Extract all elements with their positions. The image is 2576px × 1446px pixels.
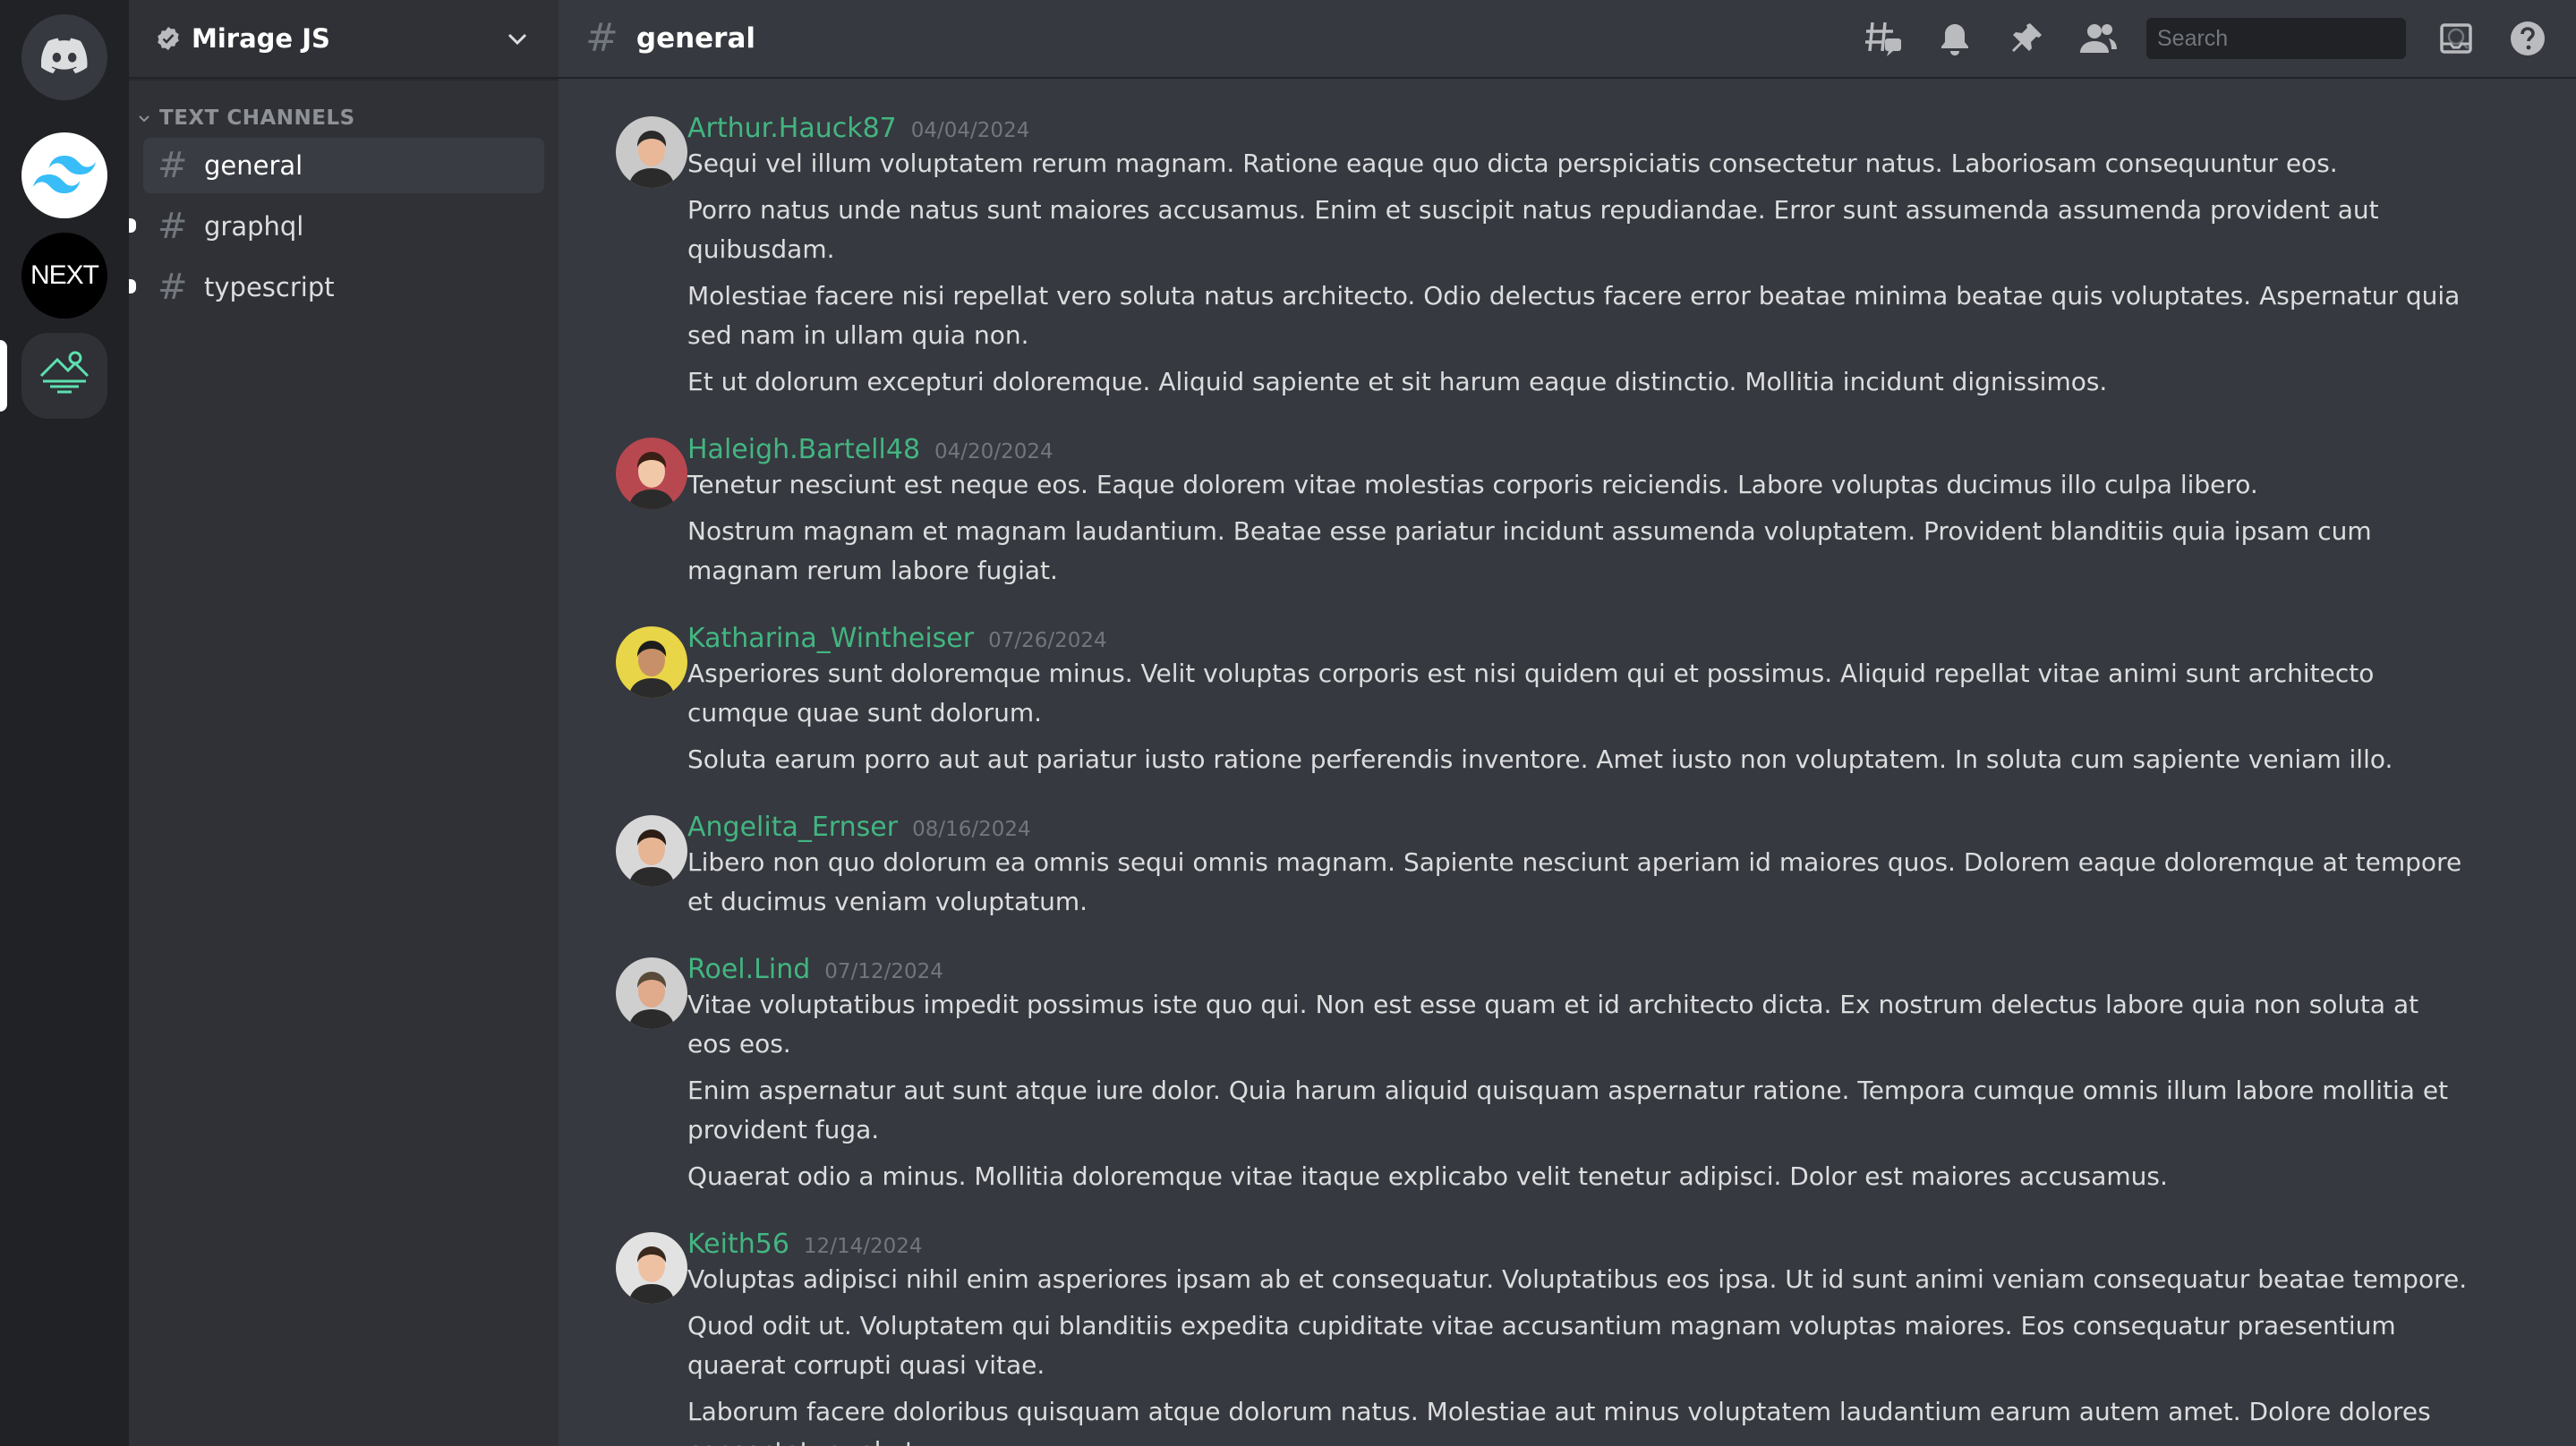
channel-label: general xyxy=(204,150,303,181)
message-timestamp: 08/16/2024 xyxy=(912,818,1031,841)
guild-header[interactable]: Mirage JS xyxy=(129,0,559,79)
hashtag-icon: # xyxy=(158,267,188,308)
channel-topbar: # general xyxy=(559,0,2576,79)
message-item: Haleigh.Bartell48 04/20/2024 Tenetur nesci… xyxy=(587,402,2576,591)
message-item: Arthur.Hauck87 04/04/2024 Sequi vel illum … xyxy=(587,81,2576,402)
category-chevron-icon xyxy=(136,110,152,126)
message-author[interactable]: Haleigh.Bartell48 xyxy=(687,434,920,465)
avatar[interactable] xyxy=(616,116,687,188)
message-text: Sequi vel illum voluptatem rerum magnam.… xyxy=(687,149,2338,178)
message-text: Laborum facere doloribus quisquam atque … xyxy=(687,1397,2431,1446)
message-text: Tenetur nesciunt est neque eos. Eaque do… xyxy=(687,470,2258,499)
message-author[interactable]: Angelita_Ernser xyxy=(687,812,898,843)
threads-icon[interactable] xyxy=(1862,17,1905,60)
message-item: Roel.Lind 07/12/2024 Vitae voluptatibus im… xyxy=(587,922,2576,1196)
mirage-logo-icon xyxy=(38,349,91,403)
message-timestamp: 04/04/2024 xyxy=(910,119,1030,142)
message-author[interactable]: Arthur.Hauck87 xyxy=(687,113,897,144)
home-server-button[interactable] xyxy=(21,14,107,100)
search-box[interactable] xyxy=(2146,18,2469,59)
message-timestamp: 07/26/2024 xyxy=(988,629,1107,652)
message-text: Quaerat odio a minus. Mollitia doloremqu… xyxy=(687,1161,2168,1191)
channel-label: graphql xyxy=(204,211,304,242)
avatar[interactable] xyxy=(616,438,687,509)
main-panel: # general Arthur.Hauck87 04/04/2024 Sequi … xyxy=(559,0,2576,1446)
chevron-down-icon xyxy=(503,24,532,53)
mirage-server-button[interactable] xyxy=(21,333,107,419)
message-header: Angelita_Ernser 08/16/2024 xyxy=(687,779,2469,843)
nextjs-server-button[interactable]: NEXT xyxy=(21,233,107,319)
avatar[interactable] xyxy=(616,626,687,698)
avatar[interactable] xyxy=(616,1232,687,1304)
hashtag-icon: # xyxy=(158,206,188,247)
message-text: Nostrum magnam et magnam laudantium. Bea… xyxy=(687,516,2372,585)
message-item: Angelita_Ernser 08/16/2024 Libero non quo … xyxy=(587,779,2576,922)
discord-logo-icon xyxy=(40,38,88,77)
category-text-channels[interactable]: TEXT CHANNELS xyxy=(129,104,559,132)
server-rail: NEXT xyxy=(0,0,129,1446)
message-text: Molestiae facere nisi repellat vero solu… xyxy=(687,281,2461,350)
guild-name: Mirage JS xyxy=(192,23,330,54)
members-icon[interactable] xyxy=(2077,17,2120,60)
channel-general[interactable]: # general xyxy=(143,138,544,193)
message-timestamp: 12/14/2024 xyxy=(803,1235,923,1258)
message-text: Enim aspernatur aut sunt atque iure dolo… xyxy=(687,1076,2449,1144)
message-text: Porro natus unde natus sunt maiores accu… xyxy=(687,195,2379,264)
message-text: Voluptas adipisci nihil enim asperiores … xyxy=(687,1264,2468,1294)
message-header: Arthur.Hauck87 04/04/2024 xyxy=(687,81,2469,144)
avatar[interactable] xyxy=(616,957,687,1029)
avatar[interactable] xyxy=(616,815,687,887)
unread-indicator xyxy=(129,218,136,233)
message-author[interactable]: Keith56 xyxy=(687,1229,789,1260)
message-header: Keith56 12/14/2024 xyxy=(687,1196,2469,1260)
tailwind-server-button[interactable] xyxy=(21,132,107,218)
message-text: Soluta earum porro aut aut pariatur iust… xyxy=(687,744,2393,774)
message-header: Katharina_Wintheiser 07/26/2024 xyxy=(687,591,2469,654)
channel-typescript[interactable]: # typescript xyxy=(129,259,544,315)
message-text: Libero non quo dolorum ea omnis sequi om… xyxy=(687,847,2462,916)
channel-label: typescript xyxy=(204,272,335,302)
nextjs-logo-icon: NEXT xyxy=(30,260,99,290)
pin-icon[interactable] xyxy=(2005,17,2048,60)
channel-title: general xyxy=(635,22,756,55)
tailwind-logo-icon xyxy=(33,154,96,197)
message-author[interactable]: Katharina_Wintheiser xyxy=(687,623,974,654)
hashtag-icon: # xyxy=(158,145,188,186)
message-header: Haleigh.Bartell48 04/20/2024 xyxy=(687,402,2469,465)
help-icon[interactable] xyxy=(2506,17,2549,60)
unread-indicator xyxy=(129,279,136,293)
category-label: TEXT CHANNELS xyxy=(159,106,355,130)
message-list[interactable]: Arthur.Hauck87 04/04/2024 Sequi vel illum … xyxy=(559,81,2576,1446)
search-input[interactable] xyxy=(2157,25,2445,52)
active-server-indicator xyxy=(0,340,7,412)
message-header: Roel.Lind 07/12/2024 xyxy=(687,922,2469,985)
message-author[interactable]: Roel.Lind xyxy=(687,954,810,985)
channel-sidebar: Mirage JS TEXT CHANNELS # general # grap… xyxy=(129,0,559,1446)
message-text: Vitae voluptatibus impedit possimus iste… xyxy=(687,990,2419,1059)
notification-bell-icon[interactable] xyxy=(1933,17,1976,60)
message-text: Quod odit ut. Voluptatem qui blanditiis … xyxy=(687,1311,2396,1380)
message-timestamp: 07/12/2024 xyxy=(824,960,943,983)
channel-graphql[interactable]: # graphql xyxy=(129,199,544,254)
inbox-icon[interactable] xyxy=(2435,17,2478,60)
verified-check-icon xyxy=(156,26,181,51)
message-item: Katharina_Wintheiser 07/26/2024 Asperiores… xyxy=(587,591,2576,779)
message-item: Keith56 12/14/2024 Voluptas adipisci nihil… xyxy=(587,1196,2576,1446)
message-timestamp: 04/20/2024 xyxy=(934,440,1053,464)
message-text: Et ut dolorum excepturi doloremque. Aliq… xyxy=(687,367,2108,396)
message-text: Asperiores sunt doloremque minus. Velit … xyxy=(687,659,2375,727)
hashtag-icon: # xyxy=(585,15,618,61)
